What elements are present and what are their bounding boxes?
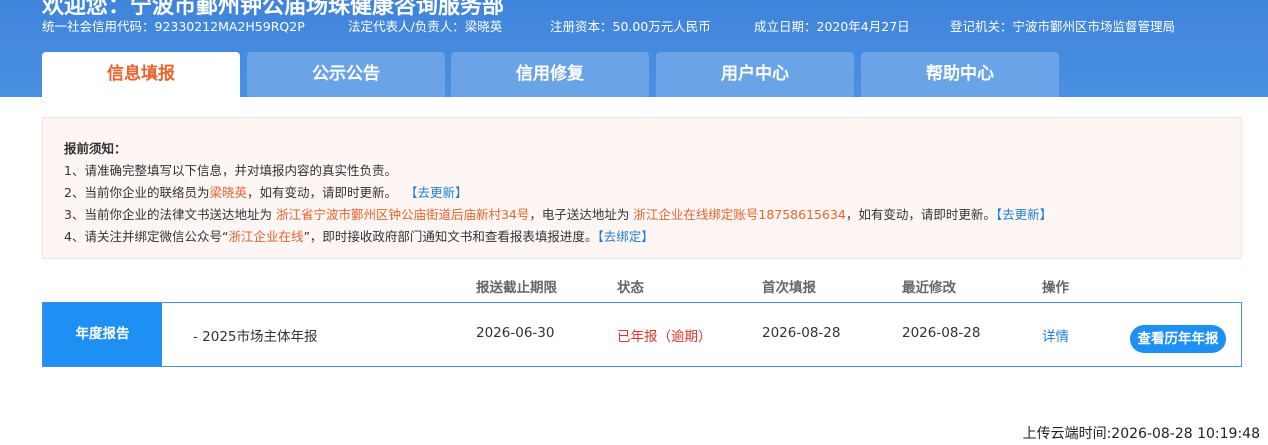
notice-text: 2、当前你企业的联络员为: [64, 185, 210, 200]
notice-text: 4、请关注并绑定微信公众号“: [64, 229, 229, 244]
notice-text: ，如有变动，请即时更新。: [246, 185, 397, 200]
liaison-name: 梁晓英: [209, 185, 247, 200]
notice-title: 报前须知：: [64, 141, 127, 156]
cloud-upload-time: 上传云端时间:2026-08-28 10:19:48: [1022, 426, 1260, 442]
details-link[interactable]: 详情: [1042, 325, 1069, 345]
tab-user-center[interactable]: 用户中心: [656, 52, 854, 97]
header-status: 状态: [617, 280, 644, 296]
notice-text: ，如有变动，请即时更新。: [845, 207, 996, 222]
notice-text: ”，即时接收政府部门通知文书和查看报表填报进度。: [303, 229, 598, 244]
header-first-filing: 首次填报: [762, 280, 816, 296]
notice-line-2: 2、当前你企业的联络员为梁晓英，如有变动，请即时更新。 【去更新】: [64, 182, 467, 201]
pre-filing-notice: 报前须知： 1、请准确完整填写以下信息，并对填报内容的真实性负责。 2、当前你企…: [42, 117, 1242, 259]
registration-authority: 登记机关：宁波市鄞州区市场监督管理局: [950, 19, 1176, 34]
founded-date: 成立日期：2020年4月27日: [754, 19, 910, 34]
credit-code: 统一社会信用代码：92330212MA2H59RQ2P: [42, 19, 305, 34]
page-header: 欢迎您：宁波市鄞州钟公庙场珠健康咨询服务部 统一社会信用代码：92330212M…: [0, 0, 1268, 97]
report-name: - 2025市场主体年报: [193, 329, 318, 345]
notice-line-3: 3、当前你企业的法律文书送达地址为 浙江省宁波市鄞州区钟公庙街道后庙新村34号，…: [64, 204, 1052, 223]
annual-report-row: 年度报告 - 2025市场主体年报 2026-06-30 已年报（逾期） 202…: [42, 302, 1242, 367]
electronic-address: 浙江企业在线绑定账号18758615634: [633, 207, 846, 222]
annual-report-label: 年度报告: [43, 303, 162, 366]
header-actions: 操作: [1042, 280, 1069, 296]
tab-help-center[interactable]: 帮助中心: [861, 52, 1059, 97]
tab-public-notice[interactable]: 公示公告: [247, 52, 445, 97]
registered-capital: 注册资本：50.00万元人民币: [550, 19, 711, 34]
update-address-link[interactable]: 【去更新】: [996, 207, 1052, 222]
update-liaison-link[interactable]: 【去更新】: [405, 185, 468, 200]
report-status: 已年报（逾期）: [617, 329, 712, 345]
view-history-reports-button[interactable]: 查看历年年报: [1130, 325, 1226, 353]
notice-text: 3、当前你企业的法律文书送达地址为: [64, 207, 272, 222]
notice-text: ，电子送达地址为: [529, 207, 630, 222]
tab-info-filing[interactable]: 信息填报: [42, 52, 240, 97]
report-deadline: 2026-06-30: [476, 325, 555, 341]
legal-address: 浙江省宁波市鄞州区钟公庙街道后庙新村34号: [275, 207, 530, 222]
tab-credit-repair[interactable]: 信用修复: [451, 52, 649, 97]
header-last-modified: 最近修改: [902, 280, 956, 296]
report-last-modified: 2026-08-28: [902, 325, 981, 341]
bind-wechat-link[interactable]: 【去绑定】: [597, 229, 653, 244]
legal-representative: 法定代表人/负责人：梁晓英: [348, 19, 503, 34]
notice-line-4: 4、请关注并绑定微信公众号“浙江企业在线”，即时接收政府部门通知文书和查看报表填…: [64, 226, 654, 245]
wechat-account-name: 浙江企业在线: [228, 229, 304, 244]
report-first-filing: 2026-08-28: [762, 325, 841, 341]
header-deadline: 报送截止期限: [476, 280, 557, 296]
notice-line-1: 1、请准确完整填写以下信息，并对填报内容的真实性负责。: [64, 163, 397, 178]
